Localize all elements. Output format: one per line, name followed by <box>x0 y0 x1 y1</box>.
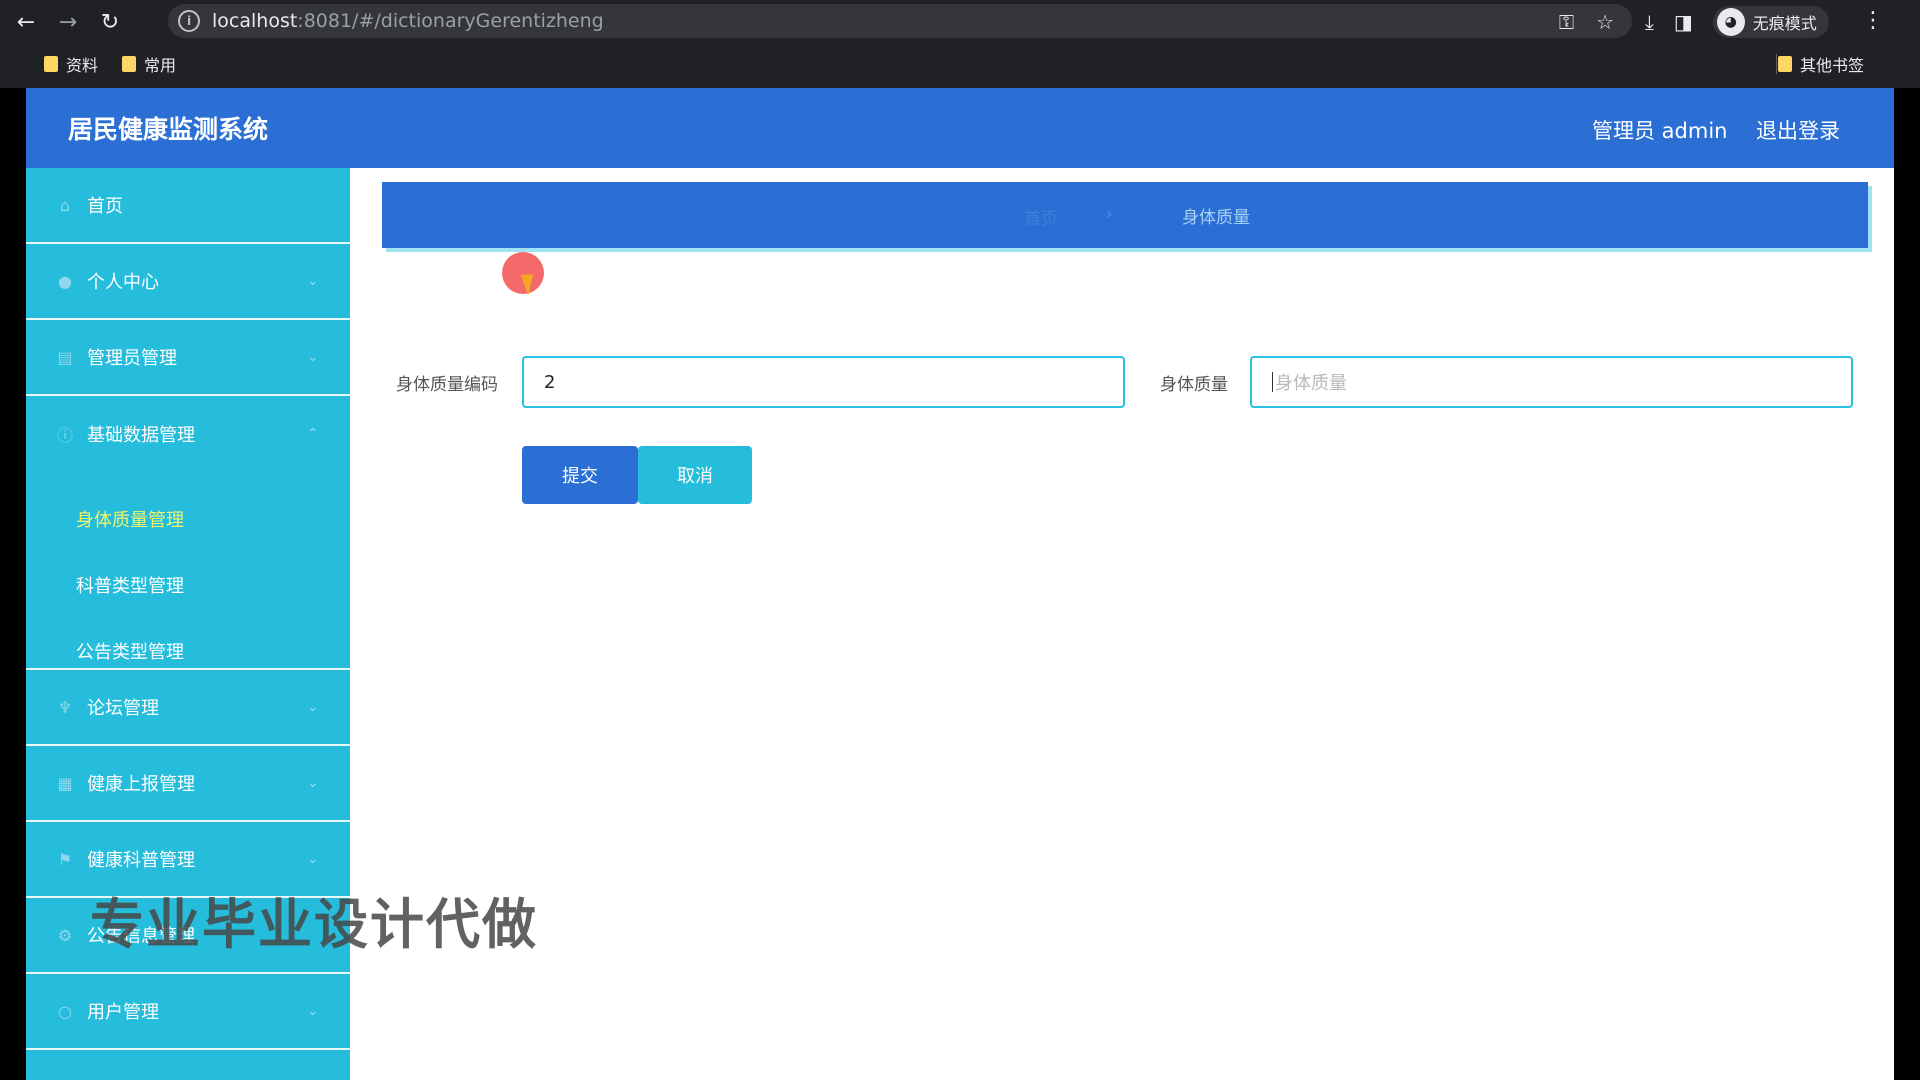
incognito-label: 无痕模式 <box>1752 14 1817 33</box>
star-icon[interactable]: ☆ <box>1596 10 1614 34</box>
user-icon: ● <box>58 271 72 291</box>
text-caret <box>1272 372 1273 392</box>
sidebar-item-home[interactable]: ⌂ 首页 <box>26 168 350 244</box>
forward-icon[interactable]: → <box>52 6 84 38</box>
breadcrumb: 首页 › 身体质量 <box>382 182 1868 248</box>
sidebar-item-forum[interactable]: ♆ 论坛管理 ⌄ <box>26 670 350 746</box>
main-content: 首页 › 身体质量 身体质量编码 2 身体质量 身体质量 提交 取消 <box>350 168 1894 1080</box>
sidepanel-icon[interactable]: ◨ <box>1674 10 1693 34</box>
sidebar-item-personal-center[interactable]: ● 个人中心 ⌄ <box>26 244 350 320</box>
sidebar-item-label: 健康科普管理 <box>87 850 195 871</box>
more-menu-icon[interactable]: ⋮ <box>1862 8 1884 33</box>
chevron-down-icon: ⌄ <box>307 699 319 715</box>
url-path: :8081/#/dictionaryGerentizheng <box>297 10 604 32</box>
body-quality-code-input[interactable]: 2 <box>522 356 1125 408</box>
home-icon: ⌂ <box>59 195 71 215</box>
chevron-down-icon: ⌄ <box>307 273 319 289</box>
sidebar-item-label: 首页 <box>87 196 123 217</box>
body-quality-label: 身体质量 <box>1160 375 1228 395</box>
reload-icon[interactable]: ↻ <box>94 6 126 38</box>
breadcrumb-current: 身体质量 <box>1182 208 1250 228</box>
flag-icon: ⚑ <box>57 849 73 869</box>
settings-icon: ⚙ <box>57 925 73 945</box>
body-quality-code-label: 身体质量编码 <box>396 375 498 395</box>
bookmark-separator <box>1776 54 1777 74</box>
app-viewport: 居民健康监测系统 管理员 admin 退出登录 ⌂ 首页 ● 个人中心 ⌄ ▤ … <box>26 88 1894 1080</box>
bookmark-label: 资料 <box>66 56 99 75</box>
breadcrumb-separator: › <box>1106 204 1113 223</box>
body-quality-code-value: 2 <box>544 371 556 393</box>
back-icon[interactable]: ← <box>10 6 42 38</box>
info-circle-icon: ⓘ <box>56 426 73 445</box>
site-info-icon[interactable]: i <box>178 10 200 32</box>
sidebar-item-label: 用户管理 <box>87 1002 159 1023</box>
bookmarks-bar: 资料 常用 其他书签 <box>0 44 1920 84</box>
chevron-down-icon: ⌄ <box>307 851 319 867</box>
user-circle-icon: ○ <box>58 1001 72 1021</box>
body-quality-input[interactable]: 身体质量 <box>1250 356 1853 408</box>
sidebar-item-users[interactable]: ○ 用户管理 ⌄ <box>26 974 350 1050</box>
logout-link[interactable]: 退出登录 <box>1756 115 1840 145</box>
other-bookmarks[interactable]: 其他书签 <box>1778 52 1864 76</box>
sidebar-item-label: 基础数据管理 <box>87 425 195 446</box>
chevron-down-icon: ⌄ <box>307 1003 319 1019</box>
url-host: localhost <box>212 10 298 32</box>
sidebar-item-label: 论坛管理 <box>87 698 159 719</box>
sidebar-item-admin-management[interactable]: ▤ 管理员管理 ⌄ <box>26 320 350 396</box>
submit-button[interactable]: 提交 <box>522 446 638 504</box>
incognito-badge[interactable]: ◕ 无痕模式 <box>1712 6 1829 38</box>
admin-icon: ▤ <box>57 347 73 367</box>
sidebar-item-health-report[interactable]: ▦ 健康上报管理 ⌄ <box>26 746 350 822</box>
download-icon[interactable]: ⤓ <box>1645 10 1654 34</box>
body-quality-placeholder: 身体质量 <box>1275 373 1347 394</box>
breadcrumb-home[interactable]: 首页 <box>1024 204 1058 229</box>
address-bar[interactable]: i localhost:8081/#/dictionaryGerentizhen… <box>168 4 1632 38</box>
sidebar-item-basic-data[interactable]: ⓘ 基础数据管理 ⌃ <box>26 396 350 472</box>
incognito-icon: ◕ <box>1716 8 1745 36</box>
app-title: 居民健康监测系统 <box>68 115 269 144</box>
bookmark-folder-ziliao[interactable]: 资料 <box>44 52 98 76</box>
bookmark-folder-changyong[interactable]: 常用 <box>122 52 176 76</box>
folder-icon <box>44 56 58 72</box>
current-user: 管理员 admin <box>1592 119 1728 143</box>
app-header: 居民健康监测系统 管理员 admin 退出登录 <box>26 88 1894 168</box>
cancel-button[interactable]: 取消 <box>638 446 752 504</box>
chevron-down-icon: ⌄ <box>307 775 319 791</box>
folder-icon <box>122 56 137 72</box>
sidebar-item-label: 管理员管理 <box>87 348 177 369</box>
folder-icon <box>1778 56 1792 72</box>
browser-chrome: ← → ↻ i localhost:8081/#/dictionaryGeren… <box>0 0 1920 88</box>
sidebar-item-label: 个人中心 <box>87 272 159 293</box>
bookmark-label: 常用 <box>144 56 177 75</box>
sidebar-item-label: 健康上报管理 <box>87 774 195 795</box>
other-bookmarks-label: 其他书签 <box>1800 56 1865 75</box>
browser-toolbar: ← → ↻ i localhost:8081/#/dictionaryGeren… <box>0 0 1920 44</box>
calendar-icon: ▦ <box>57 773 73 793</box>
submenu-item-body-quality[interactable]: 身体质量管理 <box>26 486 350 552</box>
microphone-icon: ♆ <box>57 697 73 717</box>
basic-data-submenu: 身体质量管理 科普类型管理 公告类型管理 <box>26 472 350 670</box>
chevron-up-icon: ⌃ <box>307 426 319 442</box>
watermark-text: 专业毕业设计代做 <box>90 893 538 956</box>
chevron-down-icon: ⌄ <box>307 349 319 365</box>
submenu-item-science-type[interactable]: 科普类型管理 <box>26 552 350 618</box>
url-text: localhost:8081/#/dictionaryGerentizheng <box>212 10 604 32</box>
key-icon[interactable]: ⚿ <box>1559 10 1574 34</box>
